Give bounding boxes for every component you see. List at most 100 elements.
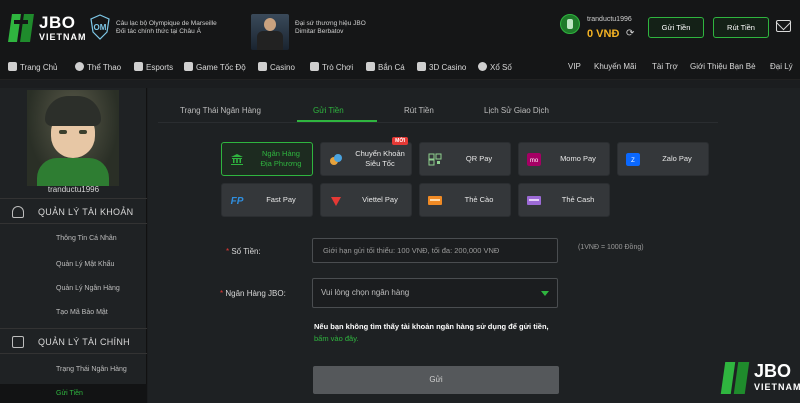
sidebar-item-personal-info[interactable]: Thông Tin Cá Nhân (56, 235, 117, 242)
nav-fishing[interactable]: Bắn Cá (366, 62, 405, 72)
sidebar-username: tranductu1996 (47, 185, 100, 194)
amount-input[interactable]: Giới hạn gửi tối thiểu: 100 VNĐ, tối đa:… (312, 238, 558, 263)
new-badge: MỚI (392, 137, 408, 145)
partner-marseille: Câu lạc bộ Olympique de Marseille Đối tá… (116, 20, 236, 36)
nav-lottery[interactable]: Xổ Số (478, 62, 512, 72)
bank-label: * Ngân Hàng JBO: (220, 289, 286, 298)
header-username: tranductu1996 (587, 16, 632, 23)
jbo-watermark-logo: JBO VIETNAM (720, 358, 800, 398)
nav-fast-games[interactable]: Game Tốc Độ (184, 62, 246, 72)
nav-referral[interactable]: Giới Thiệu Bạn Bè (690, 62, 756, 71)
jbo-logo[interactable]: JBO VIETNAM (8, 12, 86, 46)
method-express-transfer[interactable]: Chuyển Khoản Siêu Tốc MỚI (320, 137, 412, 176)
nav-games[interactable]: Trò Chơi (310, 62, 353, 72)
fastpay-icon: FP (231, 196, 244, 207)
amount-label: * Số Tiền: (226, 247, 261, 256)
method-label: Fast Pay (266, 195, 296, 204)
withdraw-button[interactable]: Rút Tiền (713, 17, 769, 38)
sidebar-item-password[interactable]: Quản Lý Mật Khẩu (56, 261, 114, 268)
nav-casino[interactable]: Casino (258, 62, 295, 72)
tab-divider (158, 122, 718, 123)
logo-subtext: VIETNAM (39, 32, 87, 42)
svg-text:OM: OM (94, 23, 107, 32)
marseille-emblem-icon: OM (90, 14, 110, 40)
method-zalo-pay[interactable]: Z Zalo Pay (617, 142, 709, 176)
account-sidebar: tranductu1996 QUẢN LÝ TÀI KHOẢN Thông Ti… (0, 88, 147, 403)
method-label: Thẻ Cash (561, 195, 595, 204)
wallet-icon (12, 336, 24, 348)
nav-home[interactable]: Trang Chủ (8, 62, 58, 72)
method-local-bank[interactable]: Ngân Hàng Địa Phương (221, 142, 313, 176)
partner1-line2: Đối tác chính thức tại Châu Á (116, 28, 201, 35)
method-momo-pay[interactable]: mo Momo Pay (518, 142, 610, 176)
sidebar-item-security-code[interactable]: Tạo Mã Bảo Mật (56, 309, 108, 316)
rate-note: (1VNĐ = 1000 Đồng) (578, 244, 644, 251)
bank-select-placeholder: Vui lòng chọn ngân hàng (321, 288, 410, 297)
nav-agent[interactable]: Đại Lý (770, 62, 793, 71)
mail-icon[interactable] (776, 20, 791, 32)
lottery-ball-icon (478, 62, 487, 71)
sidebar-item-deposit[interactable]: Gửi Tiền (56, 390, 83, 397)
method-label: Momo Pay (560, 154, 596, 163)
partner1-line1: Câu lạc bộ Olympique de Marseille (116, 20, 217, 27)
nav-promotions[interactable]: Khuyến Mãi (594, 62, 636, 71)
gamepad-icon (134, 62, 143, 71)
sidebar-item-bank-management[interactable]: Quản Lý Ngân Hàng (56, 285, 120, 292)
card-icon (428, 196, 442, 205)
cube-icon (417, 62, 426, 71)
partner2-line1: Đại sứ thương hiệu JBO (295, 20, 366, 27)
method-scratch-card[interactable]: Thẻ Cào (419, 183, 511, 217)
bank-icon (231, 154, 243, 165)
sidebar-item-bank-status[interactable]: Trạng Thái Ngân Hàng (56, 366, 127, 373)
method-cash-card[interactable]: Thẻ Cash (518, 183, 610, 217)
page: JBO VIETNAM OM Câu lạc bộ Olympique de M… (0, 0, 800, 403)
method-label: Viettel Pay (362, 195, 398, 204)
momo-icon: mo (527, 153, 541, 166)
coin-icon (330, 154, 342, 165)
main-nav: Trang Chủ Thể Thao Esports Game Tốc Độ C… (0, 54, 800, 80)
dice-icon (310, 62, 319, 71)
bank-not-found-hint: Nếu bạn không tìm thấy tài khoản ngân hà… (314, 322, 549, 343)
user-avatar-small[interactable] (560, 14, 580, 34)
method-viettel-pay[interactable]: Viettel Pay (320, 183, 412, 217)
chevron-down-icon (541, 291, 549, 296)
nav-sports[interactable]: Thể Thao (75, 62, 121, 72)
nav-3d-casino[interactable]: 3D Casino (417, 62, 466, 72)
refresh-balance-icon[interactable]: ⟳ (626, 28, 634, 39)
nav-vip[interactable]: VIP (568, 62, 581, 71)
jbo-logo-mark (8, 12, 36, 44)
home-icon (8, 62, 17, 71)
balance-amount: 0 VNĐ (587, 28, 620, 40)
tab-transaction-history[interactable]: Lịch Sử Giao Dịch (484, 106, 549, 115)
zalo-icon: Z (626, 153, 640, 166)
tab-withdraw[interactable]: Rút Tiền (404, 106, 434, 115)
profile-avatar (27, 90, 119, 186)
bank-select[interactable]: Vui lòng chọn ngân hàng (312, 278, 558, 308)
method-fast-pay[interactable]: FP Fast Pay (221, 183, 313, 217)
jbo-watermark-mark (720, 360, 750, 396)
qr-icon (428, 153, 442, 166)
cash-card-icon (527, 196, 541, 205)
method-label: Chuyển Khoản Siêu Tốc (355, 149, 405, 168)
deposit-button[interactable]: Gửi Tiền (648, 17, 704, 38)
watermark-text: JBO (754, 361, 792, 381)
method-qr-pay[interactable]: QR Pay (419, 142, 511, 176)
click-here-link[interactable]: bấm vào đây. (314, 334, 358, 343)
viettel-icon (331, 197, 341, 206)
logo-text: JBO (39, 13, 76, 32)
tab-bank-status[interactable]: Trạng Thái Ngân Hàng (180, 106, 261, 115)
section-finance-management[interactable]: QUẢN LÝ TÀI CHÍNH (0, 328, 147, 354)
top-header: JBO VIETNAM OM Câu lạc bộ Olympique de M… (0, 0, 800, 54)
tab-deposit[interactable]: Gửi Tiền (313, 106, 344, 115)
svg-text:mo: mo (530, 158, 539, 164)
method-label: Ngân Hàng Địa Phương (260, 149, 302, 168)
partner-ambassador: Đại sứ thương hiệu JBO Dimitar Berbatov (295, 20, 395, 36)
fish-icon (366, 62, 375, 71)
lightning-icon (184, 62, 193, 71)
method-label: Zalo Pay (662, 154, 692, 163)
nav-sponsorship[interactable]: Tài Trợ (652, 62, 678, 71)
submit-deposit-button[interactable]: Gửi (313, 366, 559, 394)
section-account-management[interactable]: QUẢN LÝ TÀI KHOẢN (0, 198, 147, 224)
method-label: Thẻ Cào (464, 195, 494, 204)
nav-esports[interactable]: Esports (134, 62, 173, 72)
